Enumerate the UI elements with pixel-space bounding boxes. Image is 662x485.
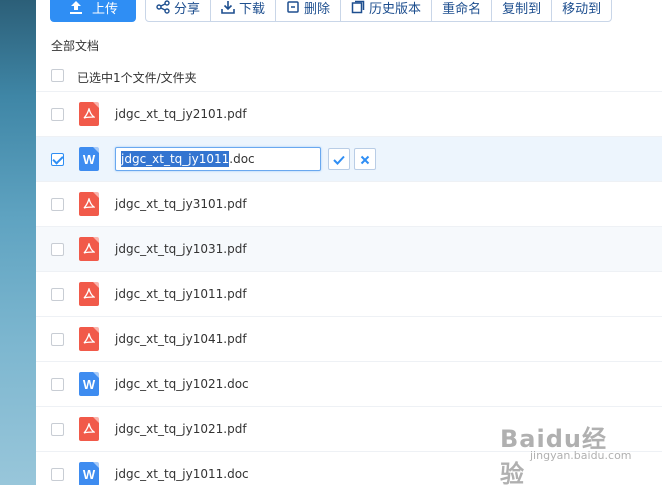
file-name[interactable]: jdgc_xt_tq_jy1021.doc — [115, 377, 249, 391]
upload-label: 上传 — [91, 1, 118, 17]
row-checkbox[interactable] — [51, 468, 64, 481]
confirm-rename-button[interactable] — [328, 148, 350, 170]
row-checkbox[interactable] — [51, 153, 64, 166]
history-label: 历史版本 — [369, 1, 422, 17]
file-row[interactable]: W jdgc_xt_tq_jy1021.doc — [36, 362, 662, 407]
file-name[interactable]: jdgc_xt_tq_jy1011.pdf — [115, 287, 247, 301]
delete-button[interactable]: 删除 — [275, 0, 340, 21]
move-to-label: 移动到 — [562, 1, 602, 17]
rename-selected-text: jdgc_xt_tq_jy1011 — [121, 151, 230, 167]
select-all-checkbox[interactable] — [51, 69, 64, 82]
file-row[interactable]: jdgc_xt_tq_jy3101.pdf — [36, 182, 662, 227]
copy-to-label: 复制到 — [502, 1, 542, 17]
pdf-file-icon — [79, 192, 99, 216]
selection-summary: 已选中1个文件/文件夹 — [77, 71, 197, 85]
selection-header: 已选中1个文件/文件夹 — [36, 62, 662, 92]
history-button[interactable]: 历史版本 — [340, 0, 431, 21]
toolbar-actions: 分享 下载 删除 历史版本 重命名 复制到 移动到 — [145, 0, 613, 22]
file-name[interactable]: jdgc_xt_tq_jy1011.doc — [115, 467, 249, 481]
row-checkbox[interactable] — [51, 198, 64, 211]
pdf-file-icon — [79, 417, 99, 441]
file-row[interactable]: jdgc_xt_tq_jy1031.pdf — [36, 227, 662, 272]
file-row[interactable]: jdgc_xt_tq_jy1041.pdf — [36, 317, 662, 362]
download-label: 下载 — [239, 1, 266, 17]
upload-icon — [68, 0, 84, 15]
pdf-file-icon — [79, 327, 99, 351]
pdf-file-icon — [79, 237, 99, 261]
download-icon — [221, 0, 235, 14]
watermark-url: jingyan.baidu.com — [530, 449, 632, 462]
breadcrumb[interactable]: 全部文档 — [51, 37, 99, 54]
row-checkbox[interactable] — [51, 243, 64, 256]
file-name[interactable]: jdgc_xt_tq_jy1031.pdf — [115, 242, 247, 256]
background-strip — [0, 0, 36, 485]
file-row[interactable]: jdgc_xt_tq_jy1011.pdf — [36, 272, 662, 317]
row-checkbox[interactable] — [51, 423, 64, 436]
upload-button[interactable]: 上传 — [50, 0, 136, 22]
rename-label: 重命名 — [442, 1, 482, 17]
row-checkbox[interactable] — [51, 288, 64, 301]
delete-icon — [286, 0, 300, 14]
row-checkbox[interactable] — [51, 333, 64, 346]
word-file-icon: W — [79, 147, 99, 171]
history-icon — [351, 0, 365, 14]
word-file-icon: W — [79, 372, 99, 396]
pdf-file-icon — [79, 282, 99, 306]
file-manager-panel: 上传 分享 下载 删除 历史版本 重命名 复制到 移动到 全部文档 已选中1个文… — [36, 0, 662, 485]
delete-label: 删除 — [304, 1, 331, 17]
share-icon — [156, 0, 170, 14]
close-icon — [360, 150, 370, 169]
file-row[interactable]: W jdgc_xt_tq_jy1011.doc — [36, 137, 662, 182]
copy-to-button[interactable]: 复制到 — [491, 0, 551, 21]
rename-extension: .doc — [229, 152, 255, 166]
toolbar: 上传 分享 下载 删除 历史版本 重命名 复制到 移动到 — [36, 0, 662, 22]
file-name[interactable]: jdgc_xt_tq_jy1021.pdf — [115, 422, 247, 436]
row-checkbox[interactable] — [51, 378, 64, 391]
file-name[interactable]: jdgc_xt_tq_jy1041.pdf — [115, 332, 247, 346]
word-file-icon: W — [79, 462, 99, 485]
rename-button[interactable]: 重命名 — [431, 0, 491, 21]
row-checkbox[interactable] — [51, 108, 64, 121]
cancel-rename-button[interactable] — [354, 148, 376, 170]
file-row[interactable]: jdgc_xt_tq_jy2101.pdf — [36, 92, 662, 137]
file-name[interactable]: jdgc_xt_tq_jy2101.pdf — [115, 107, 247, 121]
download-button[interactable]: 下载 — [210, 0, 275, 21]
file-name[interactable]: jdgc_xt_tq_jy3101.pdf — [115, 197, 247, 211]
share-button[interactable]: 分享 — [146, 0, 210, 21]
pdf-file-icon — [79, 102, 99, 126]
rename-input[interactable]: jdgc_xt_tq_jy1011 .doc — [115, 147, 321, 171]
baidu-jingyan-watermark: Baidu经验 jingyan.baidu.com — [500, 419, 632, 485]
share-label: 分享 — [174, 1, 201, 17]
move-to-button[interactable]: 移动到 — [551, 0, 611, 21]
check-icon — [333, 150, 345, 169]
